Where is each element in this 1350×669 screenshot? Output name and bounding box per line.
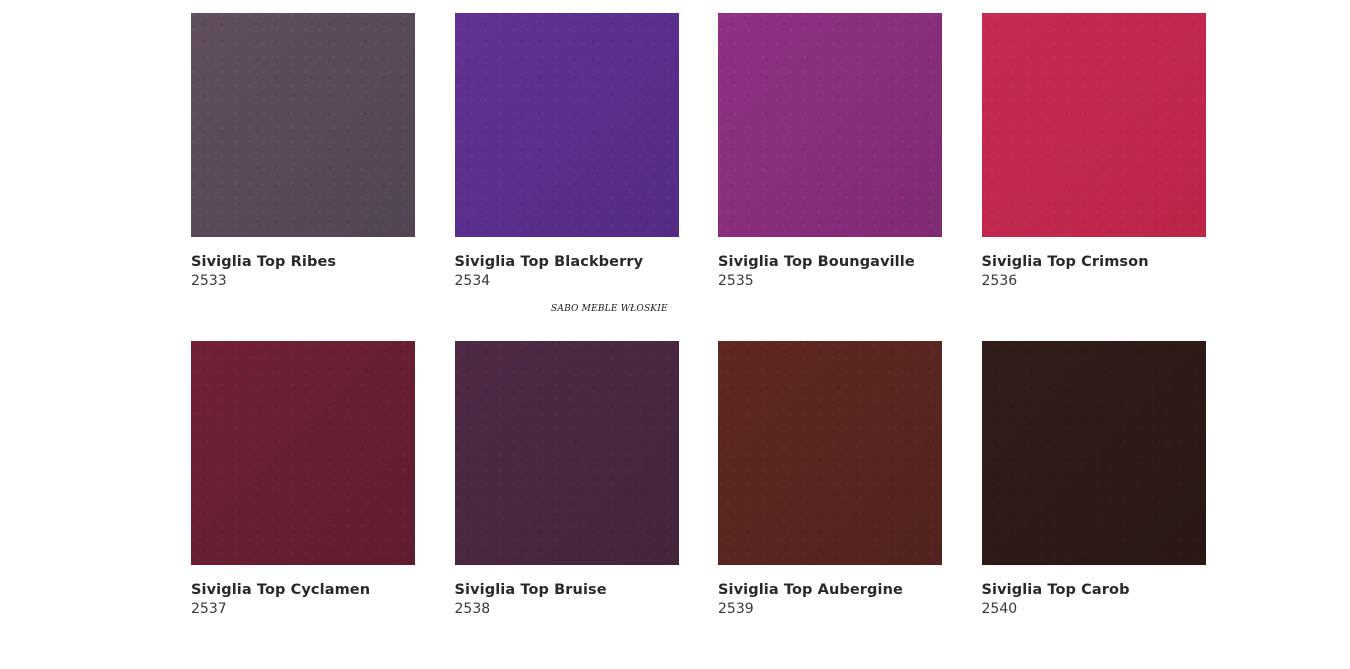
- swatch-code: 2534: [454, 273, 491, 289]
- swatch-image[interactable]: [454, 341, 679, 565]
- swatch-card[interactable]: Siviglia Top Carob 2540: [981, 341, 1206, 669]
- swatch-image[interactable]: [718, 13, 942, 237]
- swatch-code: 2539: [718, 601, 754, 617]
- swatch-code: 2536: [981, 273, 1018, 289]
- swatch-card[interactable]: Siviglia Top Ribes 2533: [191, 13, 415, 341]
- swatch-image[interactable]: [191, 13, 415, 237]
- swatch-code: 2535: [718, 273, 754, 289]
- swatch-code: 2540: [981, 601, 1018, 617]
- swatch-name: Siviglia Top Bruise: [454, 582, 607, 598]
- swatch-image[interactable]: [718, 341, 942, 565]
- swatch-name: Siviglia Top Aubergine: [718, 582, 903, 598]
- swatch-name: Siviglia Top Ribes: [191, 254, 337, 270]
- swatch-image[interactable]: [454, 13, 679, 237]
- swatch-card[interactable]: Siviglia Top Bruise 2538: [454, 341, 679, 669]
- swatch-image[interactable]: [981, 13, 1206, 237]
- swatch-image[interactable]: [191, 341, 415, 565]
- swatch-name: Siviglia Top Cyclamen: [191, 582, 371, 598]
- swatch-card[interactable]: Siviglia Top Aubergine 2539: [718, 341, 942, 669]
- swatch-name: Siviglia Top Carob: [981, 582, 1130, 598]
- swatch-card[interactable]: Siviglia Top Cyclamen 2537: [191, 341, 415, 669]
- swatch-image[interactable]: [981, 341, 1206, 565]
- watermark-text: SABO MEBLE WŁOSKIE: [551, 304, 668, 314]
- swatch-card[interactable]: Siviglia Top Boungaville 2535: [718, 13, 942, 341]
- swatch-name: Siviglia Top Boungaville: [718, 254, 915, 270]
- swatch-grid: Siviglia Top Ribes 2533 Siviglia Top Bla…: [191, 13, 1207, 669]
- swatch-card[interactable]: Siviglia Top Crimson 2536: [981, 13, 1206, 341]
- swatch-card[interactable]: Siviglia Top Blackberry 2534: [454, 13, 679, 341]
- swatch-code: 2538: [454, 601, 491, 617]
- swatch-name: Siviglia Top Blackberry: [454, 254, 644, 270]
- swatch-name: Siviglia Top Crimson: [981, 254, 1149, 270]
- swatch-code: 2533: [191, 273, 227, 289]
- swatch-code: 2537: [191, 601, 227, 617]
